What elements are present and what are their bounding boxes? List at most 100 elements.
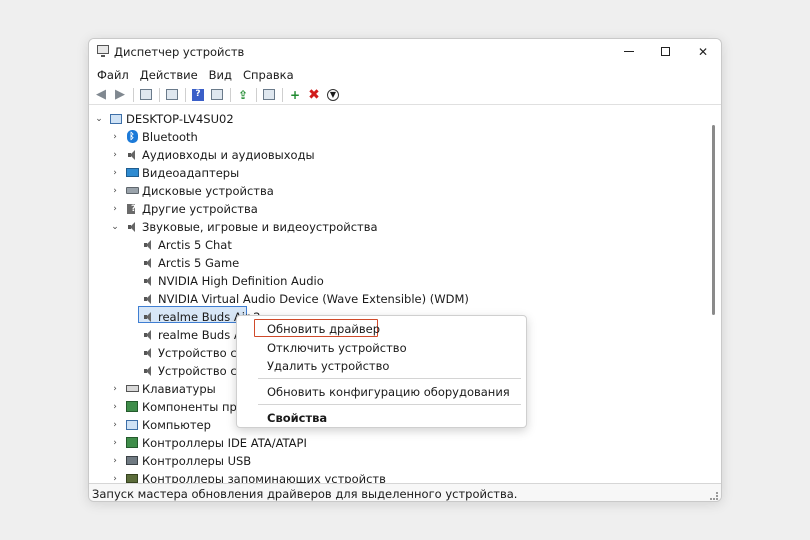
tree-item-label: NVIDIA High Definition Audio [158,273,324,288]
tree-device-arctis-chat[interactable]: Arctis 5 Chat [141,236,232,253]
tree-item-label: Аудиовходы и аудиовыходы [142,147,315,162]
speaker-icon [141,292,155,306]
status-bar: Запуск мастера обновления драйверов для … [89,483,721,501]
monitor-scan-icon [263,89,275,100]
chevron-down-icon[interactable]: ⌄ [110,222,120,232]
maximize-button[interactable] [645,39,685,64]
tree-category-sound-video-game[interactable]: ⌄ Звуковые, игровые и видеоустройства [111,218,378,235]
speaker-icon [141,346,155,360]
toolbar-separator [230,87,231,102]
scan-hardware-toolbar-button[interactable] [261,87,277,103]
tree-category-storage-controllers[interactable]: › Контроллеры запоминающих устройств [113,470,386,484]
tree-item-label: Дисковые устройства [142,183,274,198]
chevron-right-icon[interactable]: › [110,402,120,412]
tree-category-audio-io[interactable]: › Аудиовходы и аудиовыходы [113,146,315,163]
tree-category-usb-controllers[interactable]: › Контроллеры USB [113,452,252,469]
usb-icon [125,454,139,468]
tree-item-label: NVIDIA Virtual Audio Device (Wave Extens… [158,291,469,306]
tree-item-label: Контроллеры USB [142,453,252,468]
forward-button[interactable]: ▶ [112,87,128,103]
update-driver-icon: ⇪ [237,87,249,102]
menu-properties[interactable]: Свойства [267,409,327,426]
tree-device-arctis-game[interactable]: Arctis 5 Game [141,254,239,271]
tree-device-nvidia-virtual-audio[interactable]: NVIDIA Virtual Audio Device (Wave Extens… [141,290,469,307]
tree-category-ide-controllers[interactable]: › Контроллеры IDE ATA/ATAPI [113,434,307,451]
toolbar-separator [133,87,134,102]
tree-item-label: Другие устройства [142,201,258,216]
bluetooth-icon: ᛒ [125,130,139,144]
chevron-right-icon[interactable]: › [110,474,120,484]
menu-separator [258,378,521,379]
speaker-icon [141,310,155,324]
menu-view[interactable]: Вид [205,68,239,82]
tree-category-display-adapters[interactable]: › Видеоадаптеры [113,164,239,181]
menu-disable-device[interactable]: Отключить устройство [267,339,407,356]
action-pane-button[interactable] [209,87,225,103]
tree-category-bluetooth[interactable]: › ᛒ Bluetooth [113,128,198,145]
minimize-button[interactable] [609,39,649,64]
speaker-icon [125,220,139,234]
help-icon: ? [192,88,204,101]
tree-item-label: Bluetooth [142,129,198,144]
uninstall-toolbar-button[interactable]: ✖ [306,87,322,103]
tree-category-keyboards[interactable]: › Клавиатуры [113,380,216,397]
tree-root-label: DESKTOP-LV4SU02 [126,111,234,126]
toolbar-separator [256,87,257,102]
chevron-right-icon[interactable]: › [110,456,120,466]
toolbar: ◀ ▶ ? ⇪ + ✖ ▼ [89,85,721,105]
storage-controller-icon [125,472,139,483]
back-button[interactable]: ◀ [93,87,109,103]
add-driver-toolbar-button[interactable]: + [287,87,303,103]
menu-scan-hardware[interactable]: Обновить конфигурацию оборудования [267,383,510,400]
tree-device-realme-buds-air[interactable]: realme Buds Air [141,326,250,343]
chevron-right-icon[interactable]: › [110,186,120,196]
tree-category-computer[interactable]: › Компьютер [113,416,211,433]
chevron-right-icon[interactable]: › [110,384,120,394]
tree-root[interactable]: ⌄ DESKTOP-LV4SU02 [95,110,234,127]
tree-device-nvidia-hda[interactable]: NVIDIA High Definition Audio [141,272,324,289]
chevron-right-icon[interactable]: › [110,438,120,448]
speaker-icon [141,256,155,270]
arrow-right-icon: ▶ [115,87,125,102]
tree-item-label: Контроллеры запоминающих устройств [142,471,386,484]
close-button[interactable]: ✕ [683,39,721,64]
menu-help[interactable]: Справка [239,68,301,82]
maximize-icon [660,47,670,56]
window-title: Диспетчер устройств [114,45,245,59]
disable-toolbar-button[interactable]: ▼ [325,87,341,103]
chevron-right-icon[interactable]: › [110,168,120,178]
tree-category-other-devices[interactable]: › Другие устройства [113,200,258,217]
disk-drive-icon [125,184,139,198]
show-hide-console-tree-button[interactable] [138,87,154,103]
console-tree-icon [140,89,152,100]
computer-icon [109,112,123,126]
menu-update-driver[interactable]: Обновить драйвер [267,320,380,337]
device-manager-window: Диспетчер устройств ✕ Файл Действие Вид … [88,38,722,502]
tree-category-disk-drives[interactable]: › Дисковые устройства [113,182,274,199]
properties-toolbar-button[interactable] [164,87,180,103]
vertical-scrollbar[interactable] [712,125,715,315]
display-adapter-icon [125,166,139,180]
menu-uninstall-device[interactable]: Удалить устройство [267,357,389,374]
menu-separator [258,404,521,405]
help-toolbar-button[interactable]: ? [190,87,206,103]
speaker-icon [141,328,155,342]
software-component-icon [125,400,139,414]
chevron-right-icon[interactable]: › [110,420,120,430]
tree-item-label: Компьютер [142,417,211,432]
add-device-icon: + [289,87,301,102]
chevron-right-icon[interactable]: › [110,204,120,214]
tree-item-label: Контроллеры IDE ATA/ATAPI [142,435,307,450]
toolbar-separator [159,87,160,102]
context-menu: Обновить драйвер Отключить устройство Уд… [236,315,527,428]
speaker-icon [141,238,155,252]
menu-file[interactable]: Файл [93,68,136,82]
resize-grip-icon[interactable] [710,492,718,500]
update-driver-toolbar-button[interactable]: ⇪ [235,87,251,103]
properties-sheet-icon [166,89,178,100]
chevron-down-icon[interactable]: ⌄ [94,114,104,124]
menu-action[interactable]: Действие [136,68,205,82]
chevron-right-icon[interactable]: › [110,132,120,142]
chevron-right-icon[interactable]: › [110,150,120,160]
tree-item-label: Звуковые, игровые и видеоустройства [142,219,378,234]
